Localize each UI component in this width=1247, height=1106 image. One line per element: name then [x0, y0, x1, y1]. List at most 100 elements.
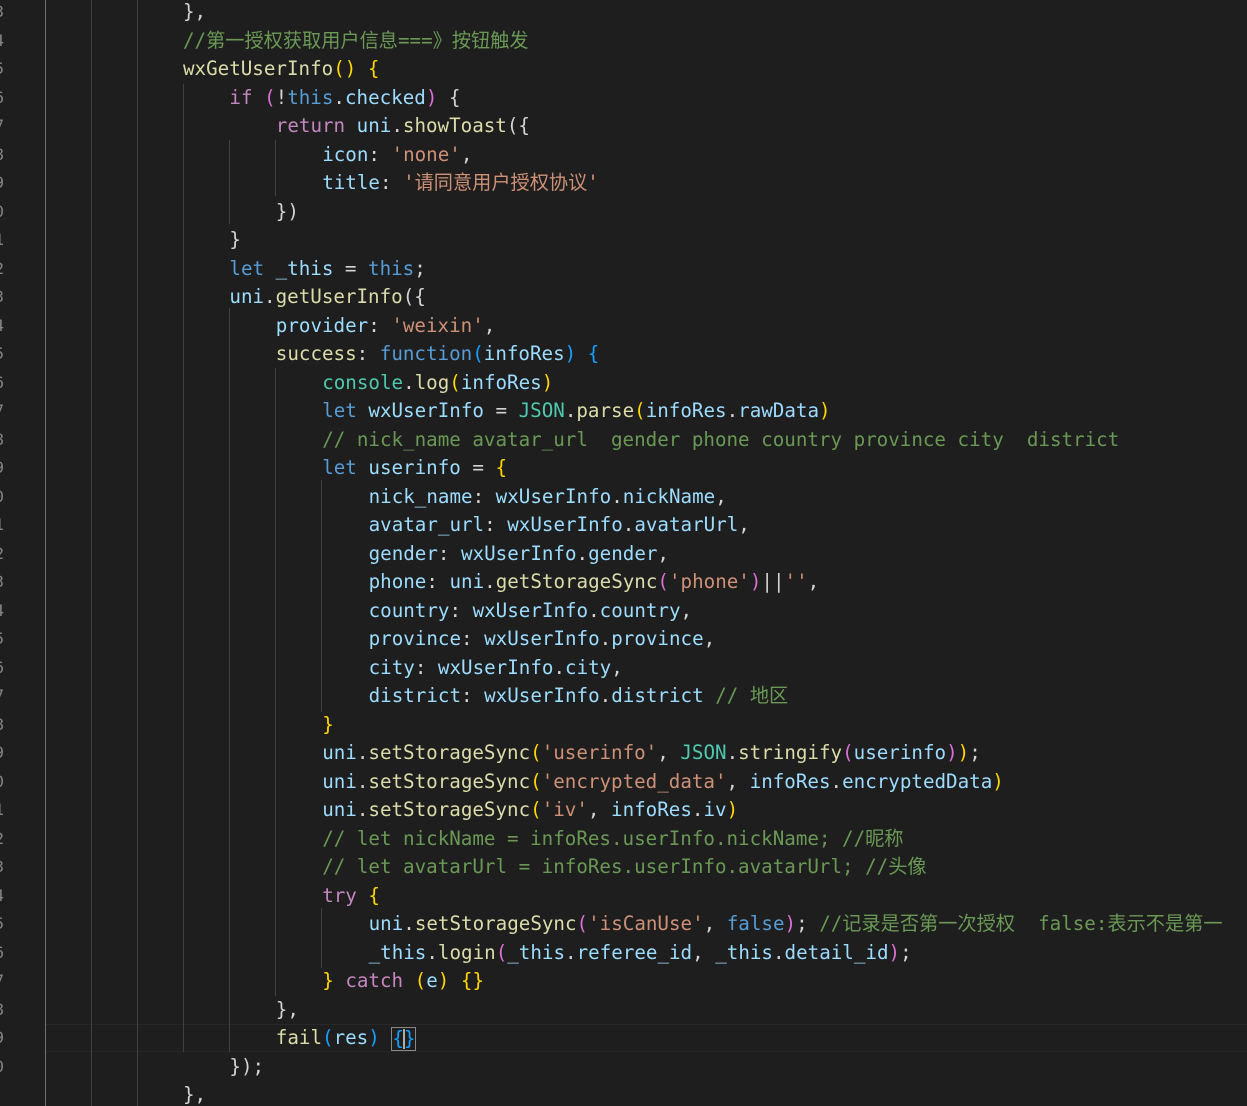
code-line[interactable]: country: wxUserInfo.country, — [369, 597, 693, 626]
code-token: let — [322, 456, 357, 479]
code-token: getStorageSync — [495, 570, 658, 593]
code-token: . — [484, 570, 496, 593]
code-line[interactable]: }) — [276, 198, 299, 227]
code-line[interactable]: //第一授权获取用户信息===》按钮触发 — [183, 27, 529, 56]
code-token: ( — [530, 741, 542, 764]
code-line[interactable]: } catch (e) {} — [322, 967, 484, 996]
code-line[interactable]: uni.setStorageSync('encrypted_data', inf… — [322, 768, 1004, 797]
code-token: . — [553, 655, 566, 679]
code-token: // let avatarUrl = infoRes.userInfo.avat… — [322, 855, 927, 878]
code-token: , — [738, 513, 750, 536]
code-token: gender — [588, 541, 658, 565]
code-token: this — [368, 256, 415, 280]
code-token: } — [229, 228, 241, 251]
cursor-bracket-match: {} — [391, 1026, 417, 1051]
code-token: infoRes — [483, 342, 565, 365]
code-token: 'isCanUse' — [588, 912, 704, 935]
code-line[interactable]: title: '请同意用户授权协议' — [322, 169, 599, 198]
code-token: 'userinfo' — [541, 741, 658, 764]
code-token: referee_id — [576, 940, 693, 964]
code-line[interactable]: icon: 'none', — [322, 141, 472, 170]
code-line[interactable]: uni.setStorageSync('isCanUse', false); /… — [369, 910, 1223, 939]
code-token: setStorageSync — [414, 912, 577, 935]
code-token: '请同意用户授权协议' — [403, 171, 599, 194]
code-line[interactable]: // let nickName = infoRes.userInfo.nickN… — [322, 825, 903, 854]
code-token: return — [275, 114, 346, 137]
code-line[interactable]: uni.setStorageSync('userinfo', JSON.stri… — [322, 739, 981, 768]
code-line[interactable]: return uni.showToast({ — [276, 112, 530, 141]
code-line[interactable]: province: wxUserInfo.province, — [369, 625, 716, 654]
code-token: wxUserInfo — [472, 598, 589, 622]
code-token: ( — [530, 769, 542, 793]
code-token: , — [680, 598, 693, 622]
code-line[interactable]: provider: 'weixin', — [276, 312, 496, 341]
code-token: stringify — [738, 741, 843, 764]
code-token: parse — [576, 399, 635, 422]
code-token: . — [333, 85, 345, 109]
code-token: } — [322, 969, 334, 992]
code-line[interactable]: phone: uni.getStorageSync('phone')||'', — [369, 568, 820, 597]
code-token: JSON — [518, 399, 565, 422]
code-token: , — [460, 142, 473, 166]
code-token: //第一授权获取用户信息===》按钮触发 — [183, 28, 529, 52]
code-line[interactable]: if (!this.checked) { — [229, 84, 460, 113]
code-line[interactable]: uni.setStorageSync('iv', infoRes.iv) — [322, 796, 738, 825]
code-token: . — [611, 484, 623, 508]
code-token: , — [715, 484, 727, 508]
code-line[interactable]: console.log(infoRes) — [322, 369, 553, 398]
code-token: . — [264, 285, 276, 308]
code-line[interactable]: }, — [183, 0, 206, 27]
code-line[interactable]: wxGetUserInfo() { — [183, 55, 379, 84]
code-token: success — [275, 342, 357, 365]
code-token: infoRes — [611, 798, 692, 821]
code-line[interactable]: }, — [183, 1081, 206, 1106]
code-line[interactable]: try { — [322, 882, 380, 911]
code-editor[interactable]: 34567890123456789012345678901234567890 }… — [0, 0, 1247, 1106]
code-line[interactable]: // let avatarUrl = infoRes.userInfo.avat… — [322, 853, 926, 882]
code-token: res — [333, 1026, 369, 1049]
code-line[interactable]: } — [322, 711, 334, 740]
code-token: : — [437, 541, 462, 565]
code-line[interactable]: let _this = this; — [229, 255, 425, 284]
code-line[interactable]: let wxUserInfo = JSON.parse(infoRes.rawD… — [322, 397, 830, 426]
code-token: ) — [541, 370, 554, 394]
code-token: if — [229, 85, 253, 109]
code-token: city — [368, 655, 415, 679]
code-token: , — [703, 627, 716, 650]
code-token: }, — [275, 997, 299, 1021]
code-token: wxUserInfo — [507, 513, 623, 536]
code-token: uni — [449, 570, 485, 593]
code-line[interactable]: success: function(infoRes) { — [276, 340, 600, 369]
code-token: fail — [275, 1026, 323, 1049]
code-line[interactable]: _this.login(_this.referee_id, _this.deta… — [369, 939, 912, 968]
code-line[interactable]: district: wxUserInfo.district // 地区 — [369, 682, 789, 711]
code-token: ! — [275, 85, 288, 109]
code-line[interactable]: } — [229, 226, 241, 255]
code-token: , — [692, 940, 716, 964]
code-token: || — [761, 570, 785, 593]
code-line[interactable]: // nick_name avatar_url gender phone cou… — [322, 426, 1119, 455]
code-token: = — [333, 256, 369, 280]
code-token: uni — [356, 114, 392, 137]
code-token: : — [356, 342, 380, 365]
code-line[interactable]: }); — [229, 1053, 264, 1082]
code-line[interactable]: }, — [276, 996, 299, 1025]
code-token: . — [391, 114, 403, 137]
code-token: }) — [275, 199, 299, 223]
code-line[interactable]: nick_name: wxUserInfo.nickName, — [369, 483, 727, 512]
code-line[interactable]: city: wxUserInfo.city, — [369, 654, 623, 683]
code-token: : — [368, 142, 392, 166]
code-line[interactable]: uni.getUserInfo({ — [229, 283, 425, 312]
code-token: let — [229, 256, 265, 280]
code-line[interactable]: let userinfo = { — [322, 454, 507, 483]
code-line[interactable]: fail(res) {} — [276, 1024, 417, 1053]
code-area[interactable]: },//第一授权获取用户信息===》按钮触发 wxGetUserInfo() {i… — [0, 0, 1247, 1106]
code-line[interactable]: avatar_url: wxUserInfo.avatarUrl, — [369, 511, 750, 540]
code-token: function — [379, 342, 473, 365]
code-token: } — [322, 712, 334, 736]
code-line[interactable]: gender: wxUserInfo.gender, — [369, 540, 669, 569]
code-token: ) — [564, 342, 577, 365]
